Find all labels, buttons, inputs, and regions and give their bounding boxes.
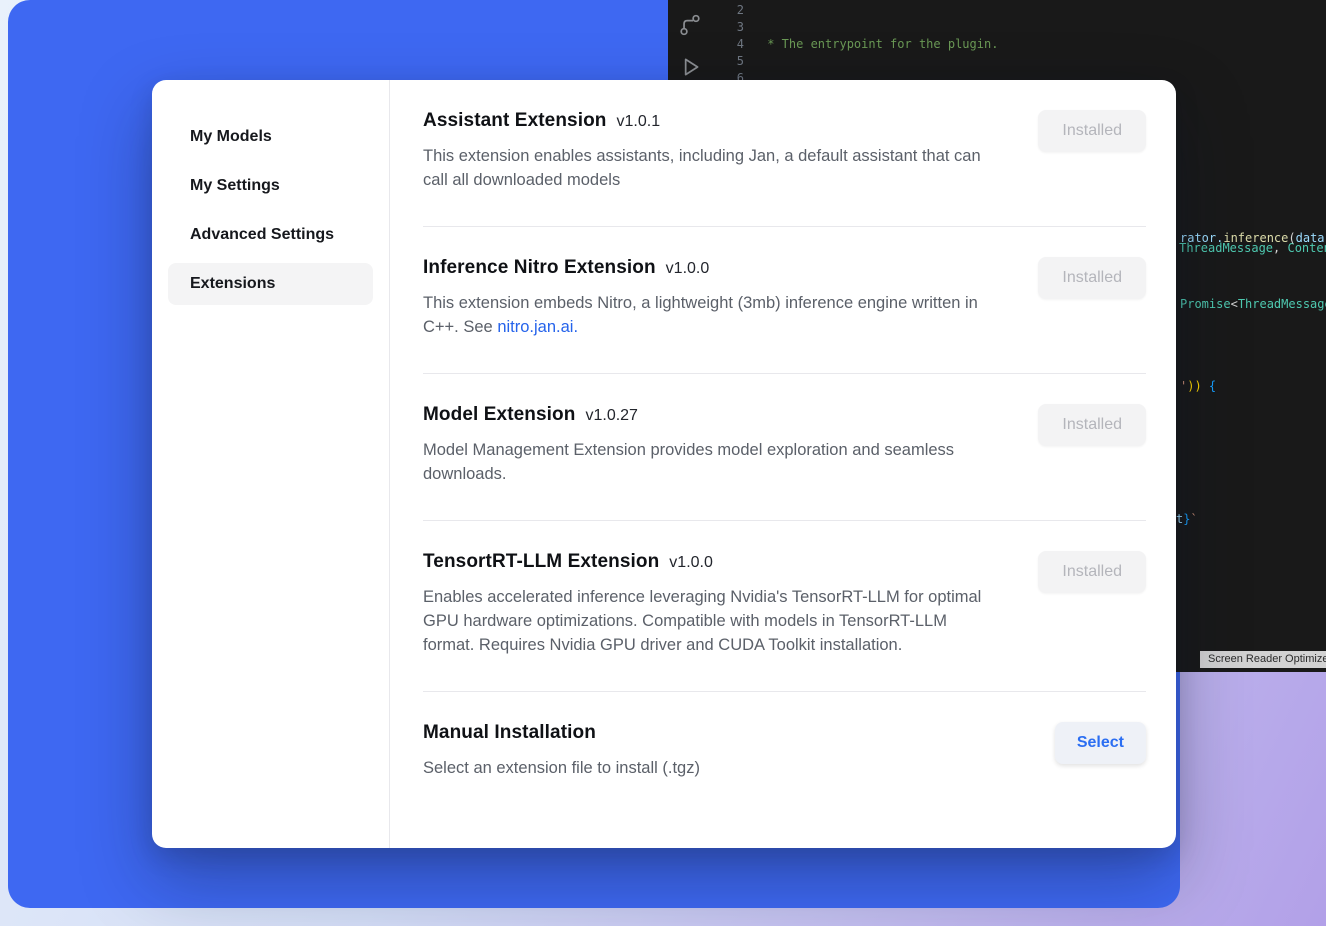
sidebar-item-advanced-settings[interactable]: Advanced Settings (168, 214, 373, 256)
token: Promise (1180, 297, 1231, 311)
extension-title: Inference Nitro Extension (423, 257, 656, 279)
code-fragment: ')) { (1180, 378, 1216, 394)
extension-title: Model Extension (423, 404, 575, 426)
run-icon[interactable] (677, 54, 703, 80)
sidebar-item-my-models[interactable]: My Models (168, 116, 373, 158)
extension-version: v1.0.27 (585, 407, 637, 425)
extension-version: v1.0.0 (669, 554, 713, 572)
manual-installation-description: Select an extension file to install (.tg… (423, 756, 700, 780)
extension-row-model: Model Extension v1.0.27 Model Management… (423, 374, 1146, 521)
token: < (1231, 297, 1238, 311)
extension-title: TensortRT-LLM Extension (423, 551, 659, 573)
manual-installation-row: Manual Installation Select an extension … (423, 692, 1146, 814)
line-numbers: 2 3 4 5 6 (718, 2, 744, 87)
token: ( (1288, 231, 1295, 245)
extension-description: Model Management Extension provides mode… (423, 438, 983, 486)
installed-button[interactable]: Installed (1038, 404, 1146, 446)
installed-button[interactable]: Installed (1038, 257, 1146, 299)
token: )) (1187, 379, 1209, 393)
line-number: 4 (718, 36, 744, 53)
code-fragment: rator.inference(data)); (1180, 230, 1326, 246)
installed-button[interactable]: Installed (1038, 110, 1146, 152)
line-number: 2 (718, 2, 744, 19)
code-fragment: Promise<ThreadMessage> (1180, 296, 1326, 312)
extension-row-tensorrt: TensortRT-LLM Extension v1.0.0 Enables a… (423, 521, 1146, 692)
sidebar-item-extensions[interactable]: Extensions (168, 263, 373, 305)
manual-installation-title: Manual Installation (423, 722, 596, 744)
token: data (1296, 231, 1325, 245)
extension-description: This extension enables assistants, inclu… (423, 144, 983, 192)
extensions-list: Assistant Extension v1.0.1 This extensio… (390, 80, 1176, 848)
token: { (1209, 379, 1216, 393)
line-number: 5 (718, 53, 744, 70)
sidebar-item-my-settings[interactable]: My Settings (168, 165, 373, 207)
token: rator. (1180, 231, 1223, 245)
extension-description: This extension embeds Nitro, a lightweig… (423, 291, 983, 339)
extension-row-assistant: Assistant Extension v1.0.1 This extensio… (423, 80, 1146, 227)
token: ` (1190, 512, 1197, 526)
settings-modal: My Models My Settings Advanced Settings … (152, 80, 1176, 848)
source-control-icon[interactable] (677, 12, 703, 38)
screen-reader-chip[interactable]: Screen Reader Optimize (1200, 651, 1326, 668)
code-line-comment: * The entrypoint for the plugin. (760, 36, 1326, 53)
nitro-jan-ai-link[interactable]: nitro.jan.ai. (497, 318, 578, 336)
line-number: 3 (718, 19, 744, 36)
extension-version: v1.0.0 (666, 260, 710, 278)
code-fragment: t}` (1176, 511, 1198, 527)
extension-description: Enables accelerated inference leveraging… (423, 585, 983, 657)
extension-version: v1.0.1 (617, 113, 661, 131)
installed-button[interactable]: Installed (1038, 551, 1146, 593)
settings-sidebar: My Models My Settings Advanced Settings … (152, 80, 390, 848)
extension-title: Assistant Extension (423, 110, 607, 132)
extension-row-nitro: Inference Nitro Extension v1.0.0 This ex… (423, 227, 1146, 374)
select-file-button[interactable]: Select (1055, 722, 1146, 764)
token: ThreadMessage (1238, 297, 1326, 311)
token: inference (1223, 231, 1288, 245)
